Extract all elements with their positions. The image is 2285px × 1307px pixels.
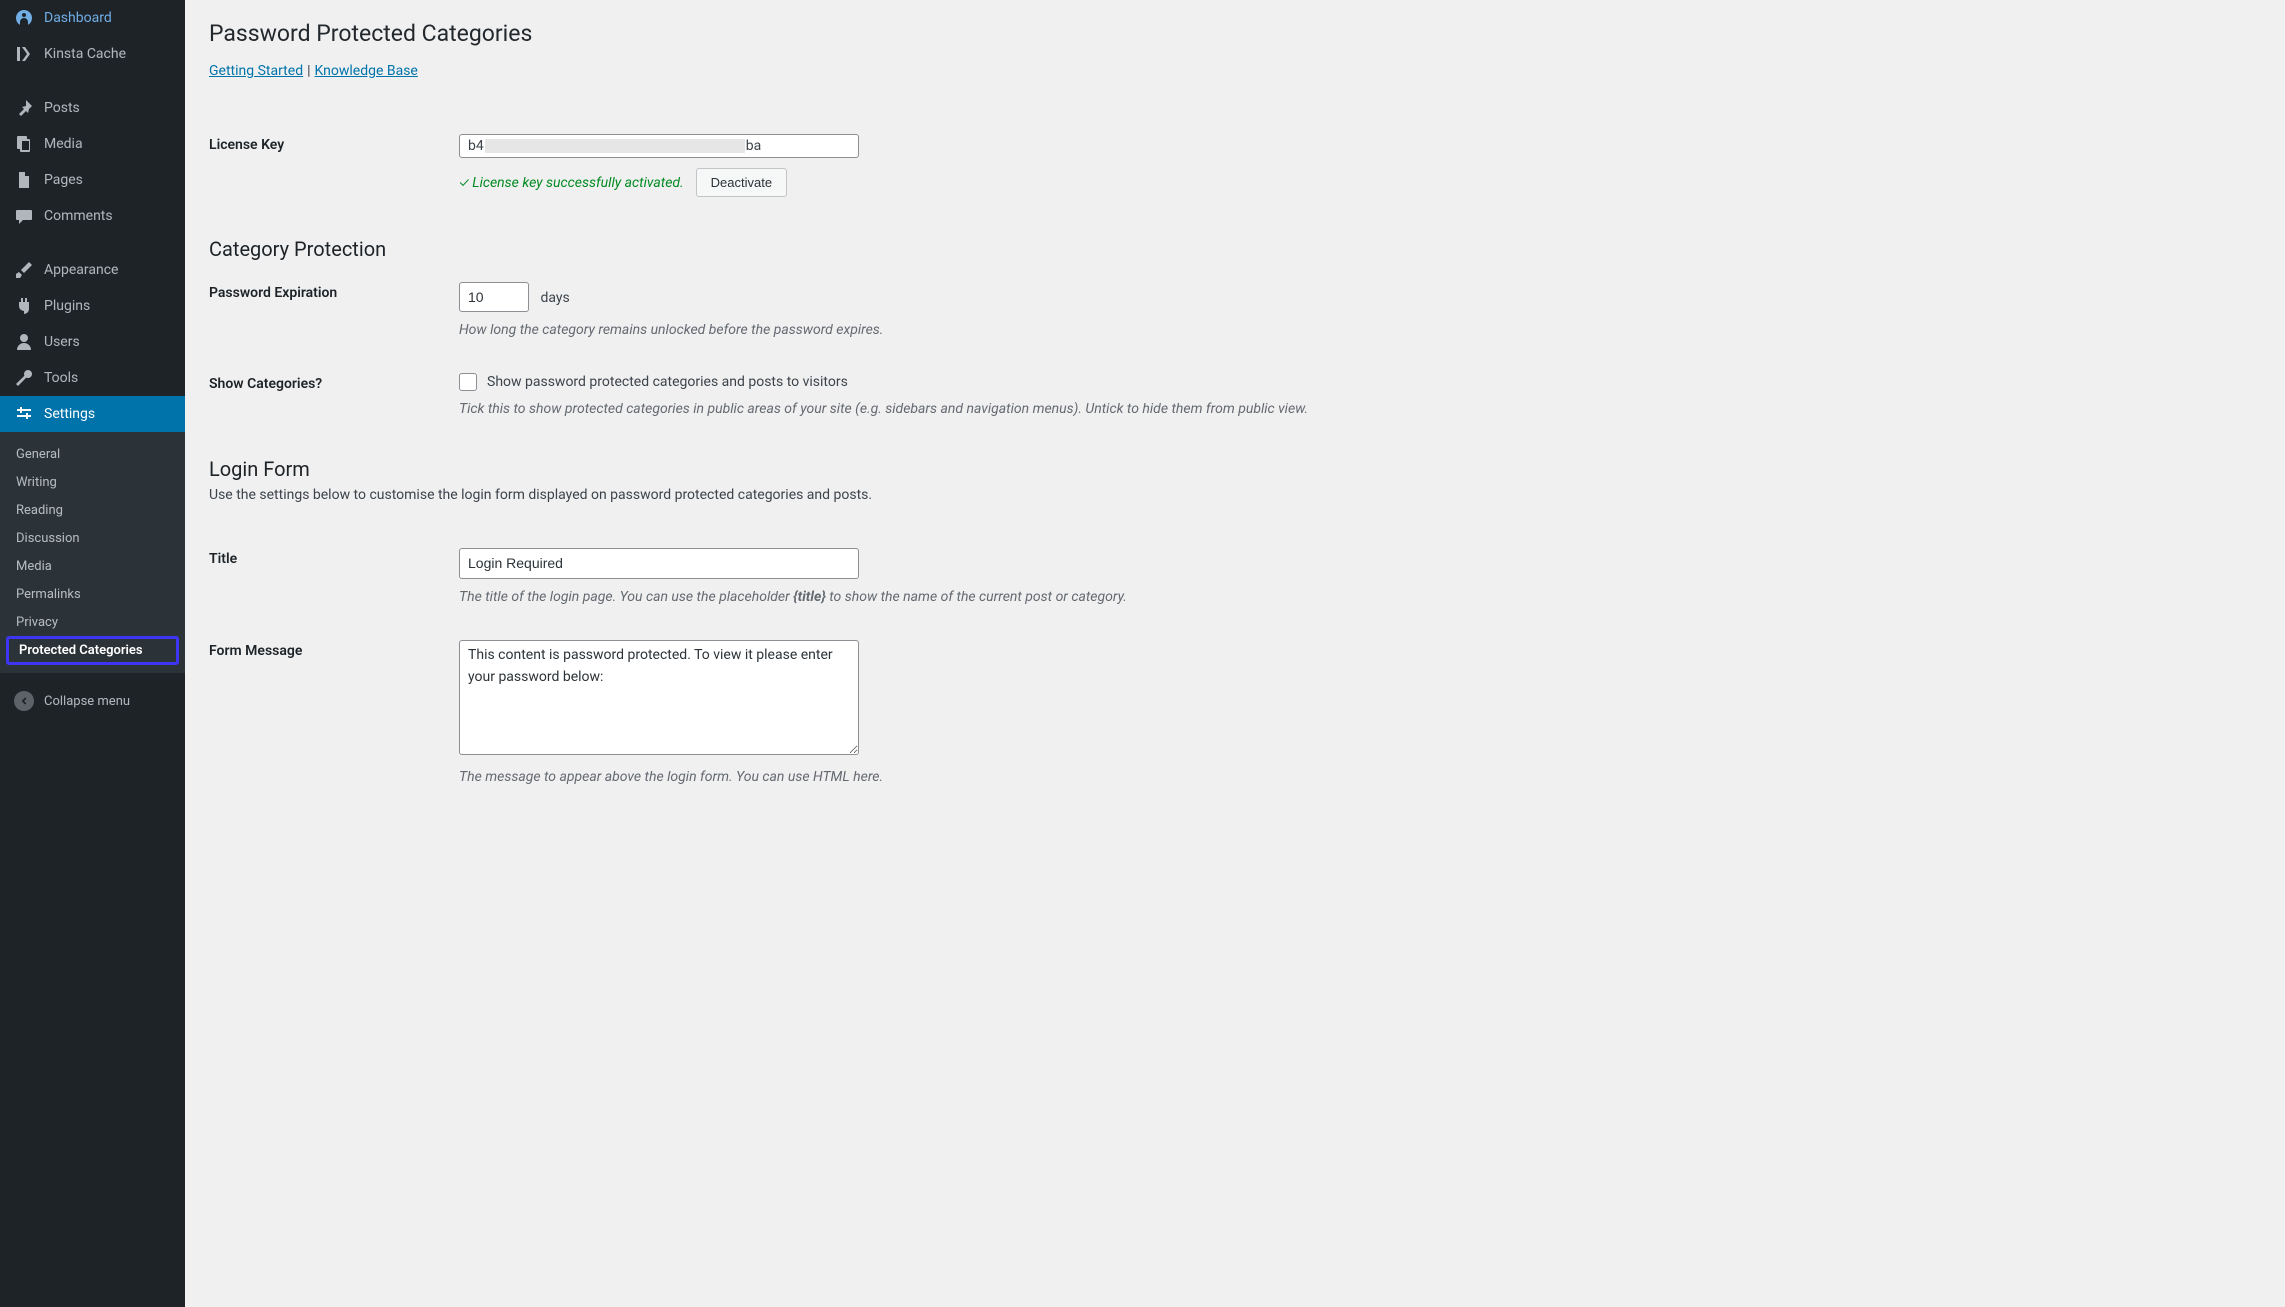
sidebar-item-users[interactable]: Users: [0, 324, 185, 360]
license-status-text: ✓ License key successfully activated.: [459, 174, 684, 191]
password-expiration-label: Password Expiration: [209, 267, 459, 358]
login-title-input[interactable]: [459, 548, 859, 578]
sidebar-item-dashboard[interactable]: Dashboard: [0, 0, 185, 36]
sidebar-item-label: Tools: [44, 370, 78, 386]
submenu-item-protected-categories[interactable]: Protected Categories: [6, 636, 179, 665]
media-icon: [14, 134, 34, 154]
sidebar-item-label: Appearance: [44, 262, 118, 278]
license-section: License Key b4ba ✓ License key successfu…: [209, 119, 2265, 217]
login-form-section: Title The title of the login page. You c…: [209, 533, 2265, 804]
sidebar-item-label: Pages: [44, 172, 83, 188]
redacted-bar: [485, 139, 745, 153]
show-categories-checkbox-label: Show password protected categories and p…: [487, 374, 848, 390]
sidebar-item-label: Settings: [44, 406, 95, 422]
admin-sidebar: Dashboard Kinsta Cache Posts Media Pages…: [0, 0, 185, 1307]
sidebar-item-kinsta-cache[interactable]: Kinsta Cache: [0, 36, 185, 72]
sidebar-item-label: Dashboard: [44, 10, 112, 26]
sidebar-item-comments[interactable]: Comments: [0, 198, 185, 234]
sidebar-item-plugins[interactable]: Plugins: [0, 288, 185, 324]
sidebar-item-appearance[interactable]: Appearance: [0, 252, 185, 288]
login-form-heading: Login Form: [209, 457, 2265, 481]
category-protection-section: Password Expiration days How long the ca…: [209, 267, 2265, 437]
license-key-label: License Key: [209, 119, 459, 217]
show-categories-checkbox[interactable]: [459, 373, 477, 391]
sidebar-item-label: Users: [44, 334, 80, 350]
sidebar-item-settings[interactable]: Settings: [0, 396, 185, 432]
sidebar-item-label: Media: [44, 136, 83, 152]
sidebar-item-label: Kinsta Cache: [44, 46, 126, 62]
show-categories-description: Tick this to show protected categories i…: [459, 401, 2255, 417]
sidebar-item-label: Posts: [44, 100, 80, 116]
submenu-item-privacy[interactable]: Privacy: [0, 608, 185, 636]
form-message-textarea[interactable]: This content is password protected. To v…: [459, 640, 859, 755]
help-links: Getting Started|Knowledge Base: [209, 63, 2265, 79]
knowledge-base-link[interactable]: Knowledge Base: [315, 63, 418, 79]
sidebar-item-media[interactable]: Media: [0, 126, 185, 162]
submenu-item-permalinks[interactable]: Permalinks: [0, 580, 185, 608]
submenu-item-general[interactable]: General: [0, 440, 185, 468]
deactivate-button[interactable]: Deactivate: [696, 168, 787, 197]
sidebar-item-label: Plugins: [44, 298, 90, 314]
license-key-input[interactable]: b4ba: [459, 134, 859, 158]
password-expiration-input[interactable]: [459, 282, 529, 312]
login-title-description: The title of the login page. You can use…: [459, 589, 2255, 605]
collapse-menu-button[interactable]: Collapse menu: [0, 681, 185, 721]
submenu-item-reading[interactable]: Reading: [0, 496, 185, 524]
gauge-icon: [14, 8, 34, 28]
pin-icon: [14, 98, 34, 118]
form-message-label: Form Message: [209, 625, 459, 805]
sidebar-item-pages[interactable]: Pages: [0, 162, 185, 198]
kinsta-icon: [14, 44, 34, 64]
pages-icon: [14, 170, 34, 190]
wrench-icon: [14, 368, 34, 388]
brush-icon: [14, 260, 34, 280]
form-message-description: The message to appear above the login fo…: [459, 769, 2255, 785]
comments-icon: [14, 206, 34, 226]
settings-submenu: General Writing Reading Discussion Media…: [0, 432, 185, 673]
chevron-left-circle-icon: [14, 691, 34, 711]
sidebar-item-tools[interactable]: Tools: [0, 360, 185, 396]
submenu-item-discussion[interactable]: Discussion: [0, 524, 185, 552]
sliders-icon: [14, 404, 34, 424]
category-protection-heading: Category Protection: [209, 237, 2265, 261]
expiration-description: How long the category remains unlocked b…: [459, 322, 2255, 338]
collapse-label: Collapse menu: [44, 694, 130, 709]
expiration-unit: days: [540, 290, 569, 306]
login-form-description: Use the settings below to customise the …: [209, 487, 2265, 503]
user-icon: [14, 332, 34, 352]
page-title: Password Protected Categories: [209, 20, 2265, 47]
getting-started-link[interactable]: Getting Started: [209, 63, 303, 79]
sidebar-item-label: Comments: [44, 208, 113, 224]
submenu-item-writing[interactable]: Writing: [0, 468, 185, 496]
show-categories-label: Show Categories?: [209, 358, 459, 437]
login-title-label: Title: [209, 533, 459, 624]
plug-icon: [14, 296, 34, 316]
main-content: Password Protected Categories Getting St…: [185, 0, 2285, 1307]
submenu-item-media[interactable]: Media: [0, 552, 185, 580]
sidebar-item-posts[interactable]: Posts: [0, 90, 185, 126]
